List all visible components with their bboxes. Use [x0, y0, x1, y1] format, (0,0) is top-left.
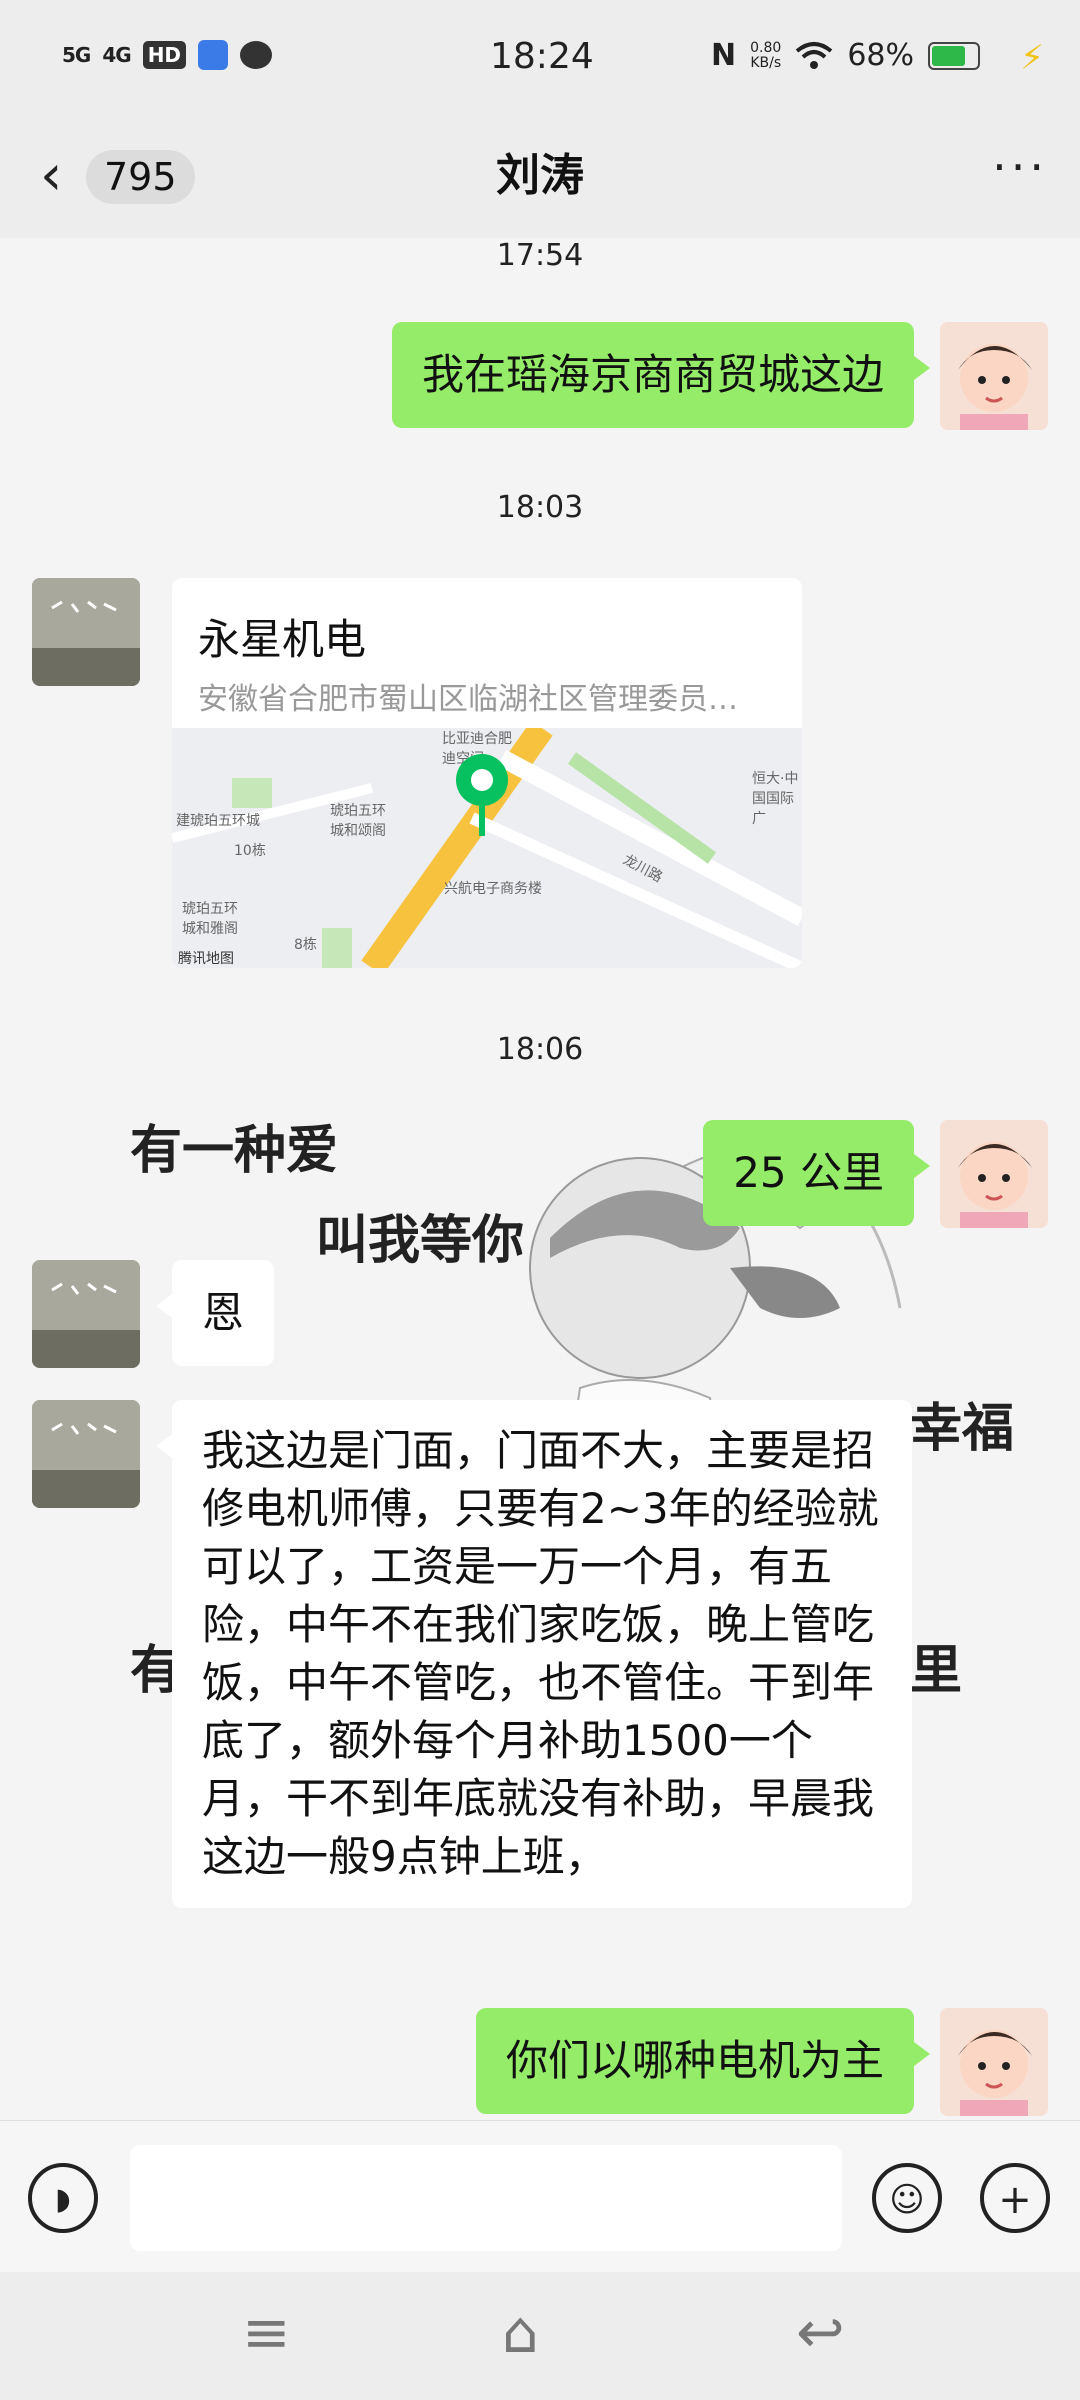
message-bubble-me[interactable]: 25 公里	[703, 1120, 930, 1226]
sticker-text-5: 里	[910, 1641, 963, 1701]
wifi-icon	[796, 41, 833, 69]
signal-5g-icon: 5G	[62, 43, 91, 67]
system-nav-bar: ≡ ⌂ ↩	[0, 2272, 1080, 2400]
speed-unit: KB/s	[750, 54, 782, 71]
location-name: 永星机电	[198, 615, 367, 664]
voice-input-icon[interactable]: ◗	[28, 2163, 98, 2233]
chat-messages[interactable]: 有一种爱 叫我等你 幸福 有 里 17:54 我在瑶海京商商贸城这边 18:03…	[0, 238, 1080, 2120]
nfc-icon: N	[711, 38, 737, 73]
sticker-text-2: 叫我等你	[316, 1211, 525, 1271]
timestamp: 18:06	[496, 1032, 584, 1067]
signal-4g-icon: 4G	[102, 43, 131, 67]
avatar-child-image	[940, 2008, 1048, 2116]
contact-avatar[interactable]	[32, 578, 140, 686]
back-icon[interactable]: ‹	[40, 148, 62, 204]
timestamp: 18:03	[496, 490, 584, 525]
contact-avatar[interactable]	[32, 1400, 140, 1508]
app-notification-icon	[198, 40, 229, 70]
network-speed: 0.80 KB/s	[750, 39, 782, 71]
message-bubble-contact[interactable]: 恩	[155, 1260, 275, 1366]
input-bar: ◗ ☺ +	[0, 2120, 1080, 2273]
contact-avatar[interactable]	[32, 1260, 140, 1368]
avatar-child-image	[940, 1120, 1048, 1228]
emoji-icon[interactable]: ☺	[872, 2163, 942, 2233]
map-thumbnail[interactable]: 比亚迪合肥迪空间 琥珀五环城和颂阁 建琥珀五环城 10栋 琥珀五环城和雅阁 8栋…	[172, 728, 802, 968]
status-right: N 0.80 KB/s 68%	[711, 38, 980, 73]
message-bubble-contact[interactable]: 我这边是门面，门面不大，主要是招修电机师傅，只要有2~3年的经验就可以了，工资是…	[156, 1400, 912, 1908]
message-notification-icon	[240, 41, 273, 69]
my-avatar[interactable]	[940, 2008, 1048, 2116]
battery-icon	[928, 41, 980, 70]
map-pin-icon	[456, 754, 508, 836]
message-bubble-me[interactable]: 我在瑶海京商商贸城这边	[391, 322, 931, 428]
sticker-text-1: 有一种爱	[130, 1121, 339, 1181]
map-label: 10栋	[234, 843, 266, 859]
battery-level	[932, 45, 965, 66]
timestamp: 17:54	[496, 238, 584, 273]
chat-header: 刘涛 ‹ 795 ···	[0, 120, 1080, 239]
avatar-calligraphy-image	[32, 578, 140, 686]
location-card[interactable]: 永星机电 安徽省合肥市蜀山区临湖社区管理委员… 比亚迪合肥迪空间 琥珀五环城和颂…	[172, 578, 802, 968]
map-label: 琥珀五环城和雅阁	[182, 901, 238, 937]
speed-value: 0.80	[750, 39, 782, 56]
map-label: 建琥珀五环城	[176, 813, 260, 829]
map-label: 兴航电子商务楼	[444, 881, 542, 897]
unread-count-badge[interactable]: 795	[86, 150, 195, 204]
avatar-calligraphy-image	[32, 1260, 140, 1368]
status-left: 5G 4G HD	[62, 40, 273, 70]
hd-icon: HD	[142, 41, 187, 69]
avatar-child-image	[940, 322, 1048, 430]
battery-percent: 68%	[847, 38, 914, 73]
my-avatar[interactable]	[940, 322, 1048, 430]
map-provider-label: 腾讯地图	[178, 951, 234, 967]
message-bubble-me[interactable]: 你们以哪种电机为主	[475, 2008, 931, 2114]
status-bar: 5G 4G HD 18:24 N 0.80 KB/s 68% ⚡	[0, 0, 1080, 120]
message-input[interactable]	[130, 2145, 842, 2251]
location-address: 安徽省合肥市蜀山区临湖社区管理委员…	[198, 682, 738, 717]
avatar-calligraphy-image	[32, 1400, 140, 1508]
map-label: 8栋	[294, 937, 317, 953]
home-icon[interactable]: ⌂	[502, 2298, 539, 2366]
charging-icon: ⚡	[1020, 38, 1044, 78]
back-nav-icon[interactable]: ↩	[796, 2298, 845, 2366]
map-label: 恒大·中国国际广	[752, 771, 799, 827]
sticker-text-3: 幸福	[910, 1399, 1015, 1459]
status-time: 18:24	[490, 36, 594, 77]
add-more-icon[interactable]: +	[980, 2163, 1050, 2233]
my-avatar[interactable]	[940, 1120, 1048, 1228]
more-options-icon[interactable]: ···	[992, 140, 1048, 194]
map-label: 琥珀五环城和颂阁	[330, 803, 386, 839]
menu-icon[interactable]: ≡	[242, 2298, 291, 2366]
